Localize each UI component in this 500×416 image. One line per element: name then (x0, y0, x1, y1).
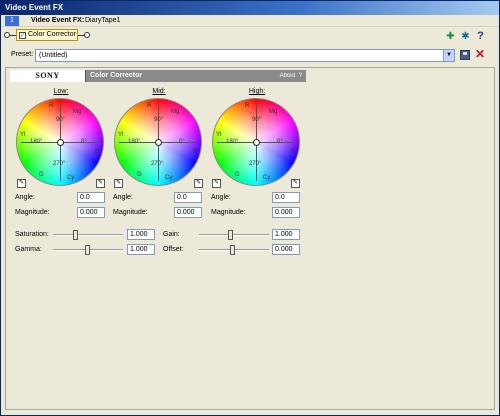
wheel-label-270: 270° (151, 161, 164, 167)
wheel-label-90: 90° (252, 117, 262, 123)
mid-eyedropper-right-icon[interactable]: ✎ (194, 179, 203, 188)
wheel-label-mg: Mg (73, 109, 82, 115)
high-angle-label: Angle: (211, 194, 231, 201)
wheel-label-90: 90° (56, 117, 66, 123)
saturation-input[interactable]: 1.000 (127, 229, 155, 240)
chain-end-node-icon (84, 32, 90, 38)
delete-preset-icon[interactable]: ✕ (474, 48, 486, 61)
low-angle-label: Angle: (15, 194, 35, 201)
mid-wheel-handle[interactable] (155, 139, 162, 146)
wheel-label-g: G (137, 172, 142, 178)
mid-wheel-title: Mid: (152, 88, 166, 95)
high-eyedropper-right-icon[interactable]: ✎ (291, 179, 300, 188)
offset-input[interactable]: 0.000 (272, 244, 300, 255)
save-preset-icon[interactable] (460, 50, 470, 60)
gain-slider-thumb[interactable] (228, 230, 233, 240)
wheel-label-mg: Mg (171, 109, 180, 115)
remove-plugin-icon[interactable]: ✱ (460, 31, 471, 42)
fx-event-name: DiaryTape1 (85, 17, 121, 24)
saturation-label: Saturation: (15, 231, 49, 238)
high-wheel-title: High: (248, 88, 266, 95)
fx-label: Video Event FX: (31, 17, 85, 24)
high-magnitude-label: Magnitude: (211, 209, 246, 216)
wheel-label-180: 180° (128, 139, 141, 145)
plugin-enable-checkbox[interactable]: ✓ (19, 32, 26, 39)
high-wheel-handle[interactable] (253, 139, 260, 146)
wheel-label-b: B (193, 149, 198, 155)
plugin-title: Color Corrector (90, 72, 143, 79)
wheel-label-r: R (245, 103, 250, 109)
low-angle-input[interactable]: 0.0 (77, 192, 105, 203)
high-color-wheel[interactable]: R Mg B Cy G Yl 90° 180° 0° 270° (212, 98, 300, 186)
chain-plugin-color-corrector[interactable]: ✓ Color Corrector (16, 29, 78, 41)
wheel-label-180: 180° (30, 139, 43, 145)
plugin-chain: ✓ Color Corrector (1, 28, 499, 42)
low-eyedropper-right-icon[interactable]: ✎ (96, 179, 105, 188)
low-color-wheel[interactable]: R Mg B Cy G Yl 90° 180° 0° 270° (16, 98, 104, 186)
about-link[interactable]: About ? (280, 70, 302, 82)
preset-value: (Untitled) (39, 52, 68, 59)
wheel-label-0: 0° (81, 139, 87, 145)
mid-eyedropper-left-icon[interactable]: ✎ (114, 179, 123, 188)
offset-label: Offset: (163, 246, 184, 253)
preset-label: Preset: (11, 51, 34, 58)
chevron-down-icon[interactable]: ▼ (443, 50, 454, 61)
wheel-label-cy: Cy (67, 175, 75, 181)
mid-magnitude-label: Magnitude: (113, 209, 148, 216)
high-magnitude-input[interactable]: 0.000 (272, 207, 300, 218)
add-plugin-icon[interactable]: ✚ (445, 31, 456, 42)
gamma-label: Gamma: (15, 246, 42, 253)
wheel-label-180: 180° (226, 139, 239, 145)
mid-magnitude-input[interactable]: 0.000 (174, 207, 202, 218)
mid-color-wheel[interactable]: R Mg B Cy G Yl 90° 180° 0° 270° (114, 98, 202, 186)
low-wheel-handle[interactable] (57, 139, 64, 146)
sony-logo: SONY (10, 70, 86, 82)
gamma-slider-thumb[interactable] (85, 245, 90, 255)
wheel-label-270: 270° (53, 161, 66, 167)
wheel-label-b: B (291, 149, 296, 155)
wheel-label-270: 270° (249, 161, 262, 167)
saturation-slider-thumb[interactable] (73, 230, 78, 240)
wheel-label-r: R (147, 103, 152, 109)
low-eyedropper-left-icon[interactable]: ✎ (17, 179, 26, 188)
wheel-label-cy: Cy (263, 175, 271, 181)
help-icon[interactable]: ? (475, 31, 486, 42)
gain-label: Gain: (163, 231, 180, 238)
wheel-label-g: G (39, 172, 44, 178)
fx-number-badge[interactable]: 1 (5, 16, 19, 26)
fx-header: 1 Video Event FX: DiaryTape1 (1, 15, 499, 27)
wheel-label-0: 0° (179, 139, 185, 145)
low-wheel-title: Low: (53, 88, 69, 95)
wheel-label-g: G (235, 172, 240, 178)
wheel-label-yl: Yl (216, 132, 222, 138)
wheel-label-yl: Yl (20, 132, 26, 138)
offset-slider-thumb[interactable] (230, 245, 235, 255)
preset-dropdown[interactable]: (Untitled) ▼ (35, 49, 455, 62)
preset-row: Preset: (Untitled) ▼ ✕ (1, 48, 499, 63)
wheel-label-mg: Mg (269, 109, 278, 115)
video-event-fx-window: Video Event FX 1 Video Event FX: DiaryTa… (0, 0, 500, 416)
wheel-label-90: 90° (154, 117, 164, 123)
high-angle-input[interactable]: 0.0 (272, 192, 300, 203)
wheel-label-cy: Cy (165, 175, 173, 181)
wheel-label-b: B (95, 149, 100, 155)
saturation-slider[interactable] (53, 234, 123, 236)
low-magnitude-input[interactable]: 0.000 (77, 207, 105, 218)
gain-slider[interactable] (199, 234, 269, 236)
low-magnitude-label: Magnitude: (15, 209, 50, 216)
mid-angle-input[interactable]: 0.0 (174, 192, 202, 203)
gain-input[interactable]: 1.000 (272, 229, 300, 240)
plugin-banner: SONY Color Corrector About ? (10, 70, 306, 82)
wheel-label-r: R (49, 103, 54, 109)
wheel-label-0: 0° (277, 139, 283, 145)
chain-plugin-label: Color Corrector (28, 31, 76, 38)
gamma-input[interactable]: 1.000 (127, 244, 155, 255)
wheel-label-yl: Yl (118, 132, 124, 138)
window-titlebar: Video Event FX (1, 1, 499, 15)
high-eyedropper-left-icon[interactable]: ✎ (212, 179, 221, 188)
mid-angle-label: Angle: (113, 194, 133, 201)
